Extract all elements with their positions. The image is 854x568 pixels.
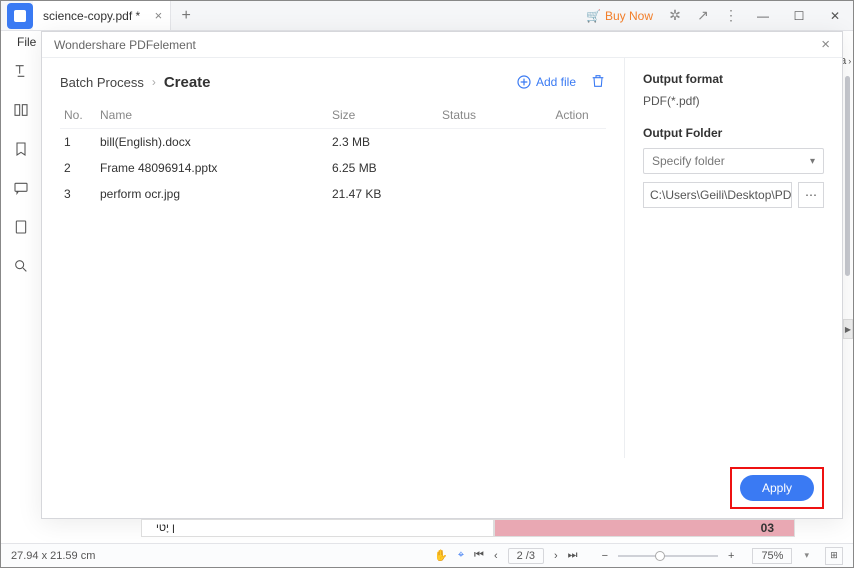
zoom-in-icon[interactable]: + bbox=[728, 550, 734, 562]
bookmark-icon[interactable] bbox=[13, 141, 29, 160]
col-size: Size bbox=[332, 108, 442, 122]
expand-panel-icon[interactable]: ▶ bbox=[843, 319, 853, 339]
titlebar: science-copy.pdf * × + 🛒 Buy Now ✲ ↗ ⋮ —… bbox=[1, 1, 853, 31]
col-action: Action bbox=[542, 108, 602, 122]
output-format-label: Output format bbox=[643, 72, 824, 86]
fit-page-icon[interactable]: ⊞ bbox=[825, 547, 843, 565]
cell-status bbox=[442, 187, 542, 201]
output-path-field[interactable]: C:\Users\Geili\Desktop\PDFelement\Cr bbox=[643, 182, 792, 208]
text-select-tool-icon[interactable] bbox=[13, 63, 29, 82]
cell-no: 1 bbox=[64, 135, 100, 149]
dialog-titlebar: Wondershare PDFelement × bbox=[42, 32, 842, 58]
add-file-button[interactable]: Add file bbox=[516, 74, 576, 90]
statusbar: 27.94 x 21.59 cm ✋ ⌖ ⏮ ‹ 2 /3 › ⏭ − + 75… bbox=[1, 543, 853, 567]
page-nav: ✋ ⌖ ⏮ ‹ 2 /3 › ⏭ bbox=[434, 548, 577, 564]
table-row[interactable]: 1bill(English).docx2.3 MB bbox=[60, 129, 606, 155]
cell-no: 2 bbox=[64, 161, 100, 175]
attachment-icon[interactable] bbox=[13, 219, 29, 238]
apply-highlight: Apply bbox=[730, 467, 824, 509]
zoom-controls: − + 75% ▾ ⊞ bbox=[602, 547, 843, 565]
dialog-close-icon[interactable]: × bbox=[821, 36, 830, 53]
zoom-slider[interactable] bbox=[618, 555, 718, 557]
new-tab-button[interactable]: + bbox=[171, 7, 201, 25]
window-minimize[interactable]: — bbox=[745, 9, 781, 23]
chevron-down-icon: ▾ bbox=[810, 156, 815, 167]
share-icon[interactable]: ↗ bbox=[689, 7, 717, 24]
first-page-icon[interactable]: ⏮ bbox=[474, 549, 484, 562]
window-maximize[interactable]: ☐ bbox=[781, 9, 817, 23]
page-indicator[interactable]: 2 /3 bbox=[508, 548, 544, 564]
output-path-value: C:\Users\Geili\Desktop\PDFelement\Cr bbox=[650, 188, 792, 202]
cell-size: 2.3 MB bbox=[332, 135, 442, 149]
cell-action bbox=[542, 161, 602, 175]
col-name: Name bbox=[100, 108, 332, 122]
cart-icon: 🛒 bbox=[586, 9, 601, 23]
comment-icon[interactable] bbox=[13, 180, 29, 199]
output-folder-dropdown[interactable]: Specify folder ▾ bbox=[643, 148, 824, 174]
browse-folder-button[interactable]: ⋯ bbox=[798, 182, 824, 208]
output-folder-label: Output Folder bbox=[643, 126, 824, 140]
output-options-pane: Output format PDF(*.pdf) Output Folder S… bbox=[624, 58, 842, 458]
breadcrumb: Batch Process › Create Add file bbox=[60, 66, 606, 98]
delete-icon[interactable] bbox=[590, 73, 606, 92]
cell-size: 6.25 MB bbox=[332, 161, 442, 175]
cell-no: 3 bbox=[64, 187, 100, 201]
apply-button[interactable]: Apply bbox=[740, 475, 814, 501]
output-format-value: PDF(*.pdf) bbox=[643, 94, 824, 108]
add-file-label: Add file bbox=[536, 75, 576, 89]
hand-tool-icon[interactable]: ✋ bbox=[434, 549, 448, 562]
breadcrumb-current: Create bbox=[164, 74, 211, 91]
window-close[interactable]: ✕ bbox=[817, 9, 853, 23]
batch-create-dialog: Wondershare PDFelement × Batch Process ›… bbox=[41, 31, 843, 519]
tab-label: science-copy.pdf * bbox=[43, 9, 140, 23]
bg-left-text: ן יָטי bbox=[156, 522, 175, 534]
thumbnails-icon[interactable] bbox=[13, 102, 29, 121]
dialog-footer: Apply bbox=[42, 458, 842, 518]
col-status: Status bbox=[442, 108, 542, 122]
notification-icon[interactable]: ✲ bbox=[661, 7, 689, 24]
zoom-caret-icon[interactable]: ▾ bbox=[804, 550, 809, 561]
bg-right-number: 03 bbox=[761, 521, 774, 535]
cell-name: perform ocr.jpg bbox=[100, 187, 332, 201]
last-page-icon[interactable]: ⏭ bbox=[568, 549, 578, 562]
cell-name: Frame 48096914.pptx bbox=[100, 161, 332, 175]
search-icon[interactable] bbox=[13, 258, 29, 277]
file-table-head: No. Name Size Status Action bbox=[60, 102, 606, 129]
menu-file[interactable]: File bbox=[17, 35, 36, 49]
col-no: No. bbox=[64, 108, 100, 122]
table-row[interactable]: 2Frame 48096914.pptx6.25 MB bbox=[60, 155, 606, 181]
cell-name: bill(English).docx bbox=[100, 135, 332, 149]
dialog-title: Wondershare PDFelement bbox=[54, 38, 196, 52]
page-dimensions: 27.94 x 21.59 cm bbox=[11, 550, 95, 562]
buy-now-link[interactable]: 🛒 Buy Now bbox=[578, 9, 661, 23]
prev-page-icon[interactable]: ‹ bbox=[494, 550, 498, 562]
app-logo bbox=[7, 3, 33, 29]
cell-action bbox=[542, 135, 602, 149]
buy-now-label: Buy Now bbox=[605, 9, 653, 23]
chevron-right-icon: › bbox=[152, 75, 156, 89]
close-tab-icon[interactable]: × bbox=[155, 8, 163, 23]
select-tool-icon[interactable]: ⌖ bbox=[458, 549, 464, 562]
document-tab[interactable]: science-copy.pdf * × bbox=[33, 1, 171, 30]
cell-action bbox=[542, 187, 602, 201]
zoom-out-icon[interactable]: − bbox=[602, 550, 608, 562]
cell-size: 21.47 KB bbox=[332, 187, 442, 201]
more-icon[interactable]: ⋮ bbox=[717, 7, 745, 24]
zoom-percent[interactable]: 75% bbox=[752, 548, 792, 564]
dropdown-placeholder: Specify folder bbox=[652, 154, 725, 168]
vertical-scrollbar[interactable] bbox=[845, 76, 850, 519]
next-page-icon[interactable]: › bbox=[554, 550, 558, 562]
background-document-strip: ן יָטי 03 bbox=[141, 519, 795, 537]
breadcrumb-prev[interactable]: Batch Process bbox=[60, 75, 144, 90]
table-row[interactable]: 3perform ocr.jpg21.47 KB bbox=[60, 181, 606, 207]
file-table-body: 1bill(English).docx2.3 MB2Frame 48096914… bbox=[60, 129, 606, 207]
left-toolbar bbox=[1, 53, 41, 543]
cell-status bbox=[442, 161, 542, 175]
cell-status bbox=[442, 135, 542, 149]
